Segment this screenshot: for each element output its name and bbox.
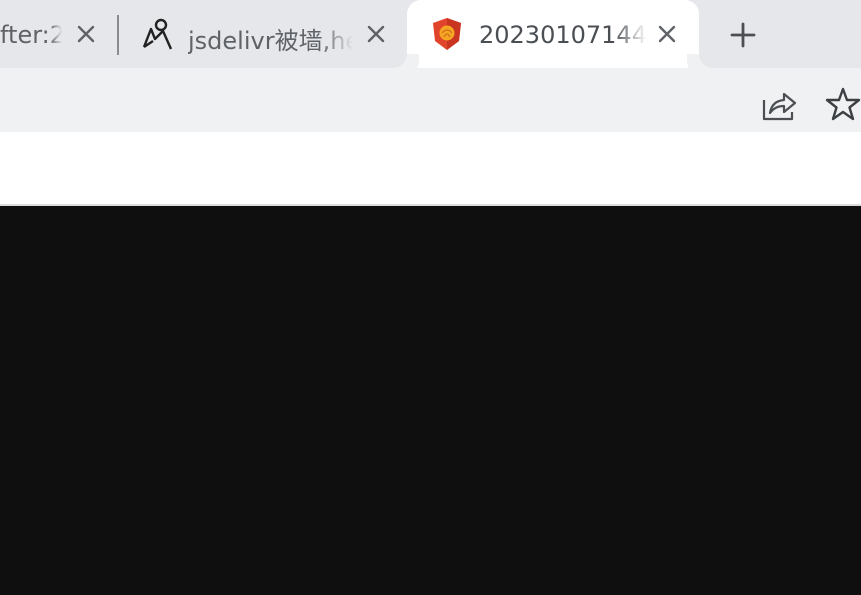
- star-outline-icon: [825, 87, 861, 121]
- pen-logo-icon: [142, 18, 173, 50]
- close-icon: [367, 25, 385, 43]
- page-viewport: [0, 206, 861, 595]
- tab-3-title: 20230107144: [479, 21, 647, 49]
- browser-toolbar: [0, 68, 861, 132]
- tab-2[interactable]: jsdelivr被墙,he: [121, 0, 403, 68]
- tab-2-title: jsdelivr被墙,he: [188, 27, 353, 55]
- address-bar[interactable]: [0, 76, 700, 124]
- new-tab-button[interactable]: [721, 18, 765, 52]
- tab-3-close-button[interactable]: [653, 20, 681, 48]
- tab-1[interactable]: fter:2: [0, 0, 114, 68]
- tab-strip: fter:2 jsdelivr被墙,he 20230107144: [0, 0, 861, 68]
- close-icon: [658, 25, 676, 43]
- close-icon: [77, 25, 95, 43]
- tab-separator: [117, 15, 119, 55]
- plus-icon: [730, 22, 756, 48]
- tab-1-title: fter:2: [0, 21, 62, 49]
- tab-3-active[interactable]: 20230107144: [407, 0, 699, 68]
- page-header-area: [0, 132, 861, 206]
- tab-1-close-button[interactable]: [72, 20, 100, 48]
- tab-2-close-button[interactable]: [362, 20, 390, 48]
- favorite-button[interactable]: [825, 86, 861, 124]
- orange-shield-icon: [433, 18, 461, 50]
- share-button[interactable]: [760, 86, 798, 124]
- share-icon: [762, 92, 797, 121]
